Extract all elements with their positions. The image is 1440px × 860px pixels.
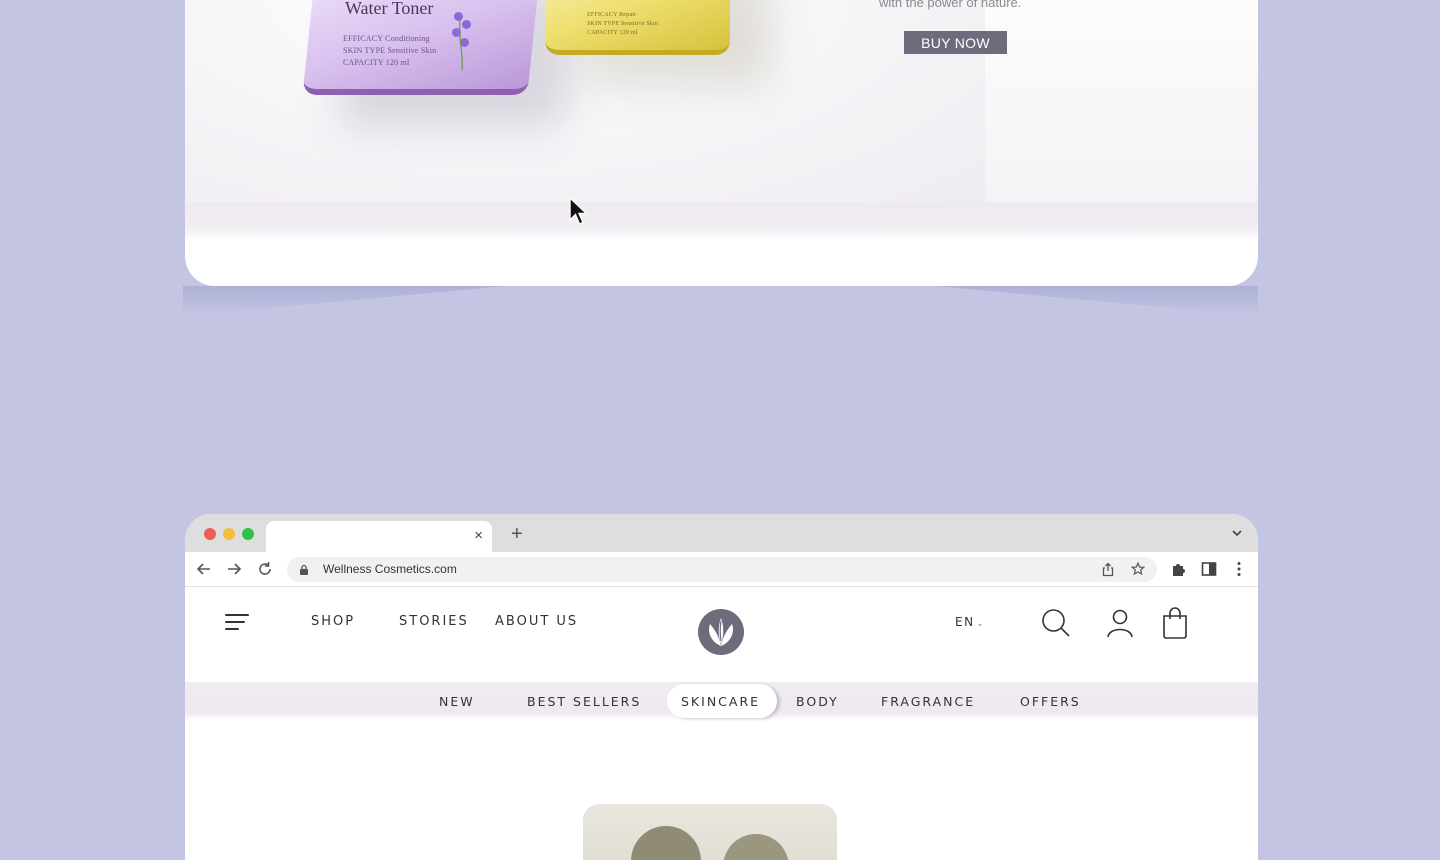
bottle-spec-line: SKIN TYPE Sensitive Skin (587, 21, 659, 27)
close-tab-icon[interactable]: × (474, 526, 483, 546)
minimize-window-button[interactable] (223, 528, 235, 540)
shopping-bag-icon[interactable] (1159, 607, 1191, 639)
category-body[interactable]: BODY (796, 694, 839, 709)
mouse-cursor-icon (569, 197, 589, 225)
category-fragrance[interactable]: FRAGRANCE (881, 694, 975, 709)
leaf-logo-icon[interactable] (697, 608, 745, 656)
user-icon[interactable] (1104, 607, 1136, 639)
bottle-spec-line: EFFICACY Repair (587, 12, 637, 18)
reload-icon[interactable] (256, 560, 274, 578)
new-tab-button[interactable]: + (511, 524, 523, 544)
bottle-spec-line: SKIN TYPE Sensitive Skin (343, 46, 437, 55)
search-icon[interactable] (1040, 607, 1072, 639)
chevron-down-icon[interactable] (1230, 526, 1244, 540)
chevron-down-icon: ⌄ (976, 619, 985, 628)
nav-about-us[interactable]: ABOUT US (495, 614, 578, 629)
hero-product-photo: Water Toner EFFICACY Conditioning SKIN T… (185, 0, 985, 202)
category-offers[interactable]: OFFERS (1020, 694, 1081, 709)
close-window-button[interactable] (204, 528, 216, 540)
hero-tagline: with the power of nature. (879, 0, 1022, 10)
bottle-product-title: Water Toner (345, 0, 434, 18)
bottle-spec-line: EFFICACY Conditioning (343, 34, 430, 43)
category-best-sellers[interactable]: BEST SELLERS (527, 694, 641, 709)
lavender-flower-icon (450, 10, 476, 70)
lock-icon (300, 564, 308, 575)
back-arrow-icon[interactable] (195, 560, 213, 578)
more-options-icon[interactable] (1230, 560, 1248, 578)
hero-window: Water Toner EFFICACY Conditioning SKIN T… (185, 0, 1258, 286)
share-icon[interactable] (1101, 562, 1115, 577)
top-card-shadow (183, 286, 1258, 316)
tab-strip: × + (185, 514, 1258, 552)
category-nav: NEW BEST SELLERS SKINCARE BODY FRAGRANCE… (185, 682, 1258, 720)
maximize-window-button[interactable] (242, 528, 254, 540)
site-header: SHOP STORIES ABOUT US EN ⌄ (185, 588, 1258, 682)
hero-section: Water Toner EFFICACY Conditioning SKIN T… (185, 0, 1258, 202)
extensions-puzzle-icon[interactable] (1170, 560, 1188, 578)
language-selector[interactable]: EN ⌄ (955, 615, 985, 629)
hamburger-icon[interactable] (225, 614, 249, 630)
browser-window: × + Wellness Cosmetics.com SHOP STORIES … (185, 514, 1258, 860)
bookmark-star-icon[interactable] (1131, 562, 1145, 576)
forward-arrow-icon[interactable] (225, 560, 243, 578)
category-band (185, 202, 1258, 240)
nav-stories[interactable]: STORIES (399, 614, 469, 629)
nav-shop[interactable]: SHOP (311, 614, 355, 629)
address-bar[interactable]: Wellness Cosmetics.com (287, 557, 1157, 582)
browser-tab[interactable]: × (266, 521, 492, 552)
language-code: EN (955, 615, 975, 629)
product-thumbnail-image[interactable] (583, 804, 837, 860)
bottle-spec-line: CAPACITY 120 ml (587, 30, 638, 36)
category-skincare[interactable]: SKINCARE (681, 694, 760, 709)
serum-bottle-image (545, 0, 730, 55)
browser-toolbar: Wellness Cosmetics.com (185, 552, 1258, 587)
side-panel-icon[interactable] (1200, 560, 1218, 578)
category-new[interactable]: NEW (439, 694, 475, 709)
bottle-spec-line: CAPACITY 120 ml (343, 58, 410, 67)
url-text: Wellness Cosmetics.com (323, 562, 457, 576)
buy-now-button[interactable]: BUY NOW (904, 31, 1007, 54)
